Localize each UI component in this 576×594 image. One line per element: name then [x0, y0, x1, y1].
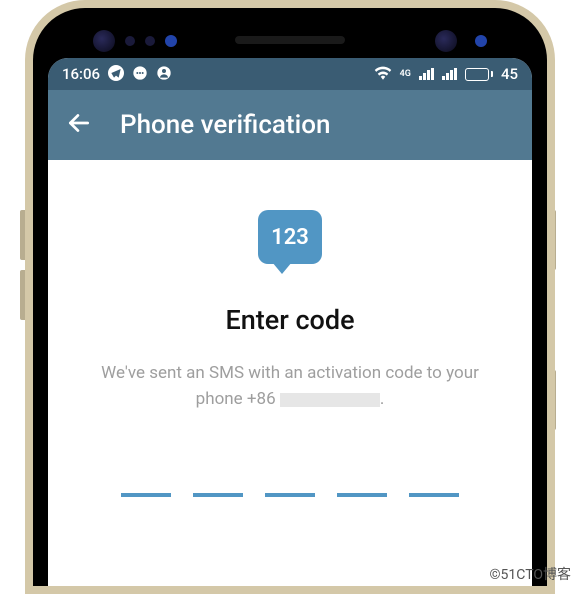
content-area: 123 Enter code We've sent an SMS with an… [48, 160, 532, 586]
phone-number-masked [280, 393, 380, 407]
sms-badge-text: 123 [271, 225, 309, 250]
signal-icon-1 [419, 68, 434, 80]
sms-icon: 123 [258, 210, 322, 264]
wifi-icon [374, 66, 392, 83]
code-digit-2[interactable] [193, 493, 243, 497]
back-button[interactable] [66, 110, 92, 141]
phone-bezel: 16:06 4G [33, 8, 547, 586]
app-bar: Phone verification [48, 90, 532, 160]
battery-percent: 45 [501, 65, 518, 83]
earpiece-speaker [235, 36, 345, 44]
signal-icon-2 [442, 68, 457, 80]
screen: 16:06 4G [48, 58, 532, 586]
watermark: ©51CTO博客 [490, 564, 571, 584]
messages-icon [132, 65, 148, 84]
phone-frame: 16:06 4G [25, 0, 555, 594]
code-input-group [121, 493, 459, 497]
account-icon [156, 65, 172, 84]
enter-code-heading: Enter code [225, 304, 354, 336]
status-time: 16:06 [62, 65, 100, 83]
front-sensors-right [435, 30, 487, 52]
network-type: 4G [400, 70, 411, 79]
telegram-icon [108, 65, 124, 84]
description-text: We've sent an SMS with an activation cod… [88, 360, 492, 413]
page-title: Phone verification [120, 110, 330, 140]
code-digit-1[interactable] [121, 493, 171, 497]
code-digit-4[interactable] [337, 493, 387, 497]
code-digit-3[interactable] [265, 493, 315, 497]
code-digit-5[interactable] [409, 493, 459, 497]
battery-icon [465, 68, 493, 81]
front-sensors-left [93, 30, 177, 52]
status-bar: 16:06 4G [48, 58, 532, 90]
